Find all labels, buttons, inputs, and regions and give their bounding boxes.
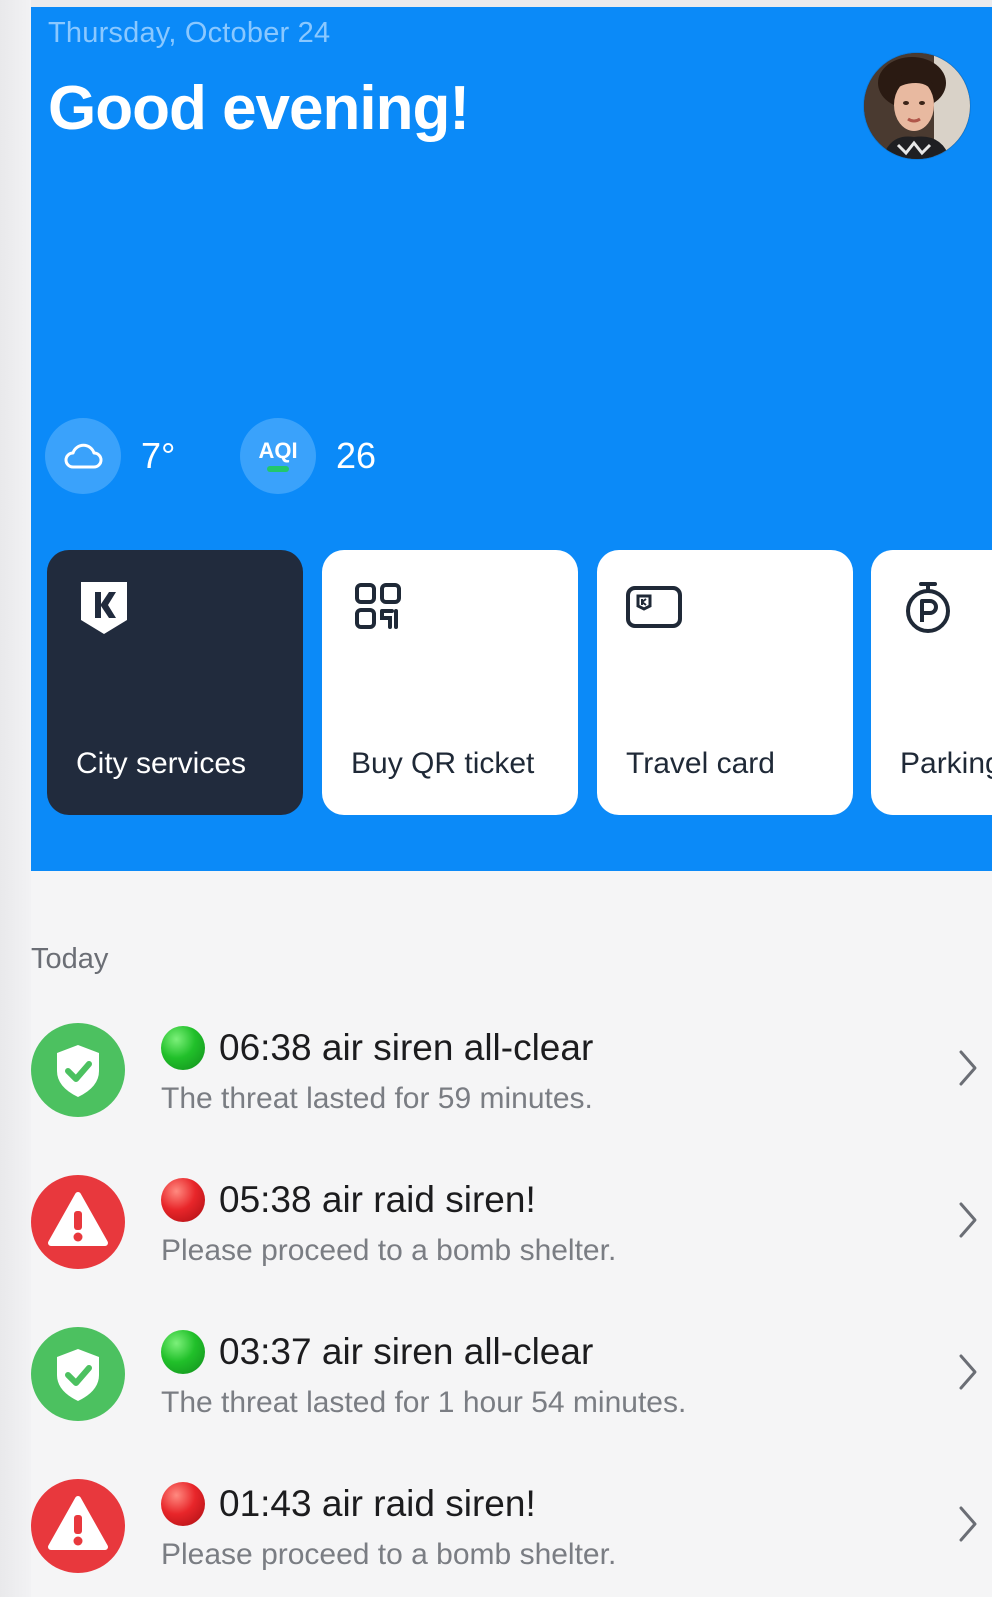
notification-item[interactable]: 05:38 air raid siren! Please proceed to … <box>31 1160 992 1270</box>
quick-action-label: Parking <box>900 747 992 780</box>
notification-title: 05:38 air raid siren! <box>161 1178 536 1222</box>
quick-action-label: Travel card <box>626 747 775 780</box>
red-circle-icon <box>161 1178 205 1222</box>
greeting-title: Good evening! <box>48 74 470 143</box>
warning-triangle-icon <box>31 1175 125 1269</box>
quick-action-buy-qr-ticket[interactable]: Buy QR ticket <box>322 550 578 815</box>
notification-title: 03:37 air siren all-clear <box>161 1330 593 1374</box>
notification-title-text: 06:38 air siren all-clear <box>219 1027 594 1068</box>
chevron-right-icon <box>959 1202 977 1238</box>
quick-action-label: City services <box>76 747 247 780</box>
air-quality-widget[interactable]: AQI 26 <box>240 418 376 494</box>
notification-title-text: 03:37 air siren all-clear <box>219 1331 594 1372</box>
parking-timer-icon <box>906 582 950 633</box>
shield-check-icon <box>31 1023 125 1117</box>
kyiv-shield-icon <box>81 582 127 634</box>
aqi-chip-circle: AQI <box>240 418 316 494</box>
quick-action-city-services[interactable]: City services <box>47 550 303 815</box>
temperature-value: 7° <box>141 435 176 476</box>
quick-action-parking[interactable]: Parking <box>871 550 992 815</box>
aqi-indicator-bar <box>267 466 289 472</box>
notification-title: 06:38 air siren all-clear <box>161 1026 593 1070</box>
notification-subtitle: The threat lasted for 1 hour 54 minutes. <box>161 1386 687 1419</box>
notification-title-text: 05:38 air raid siren! <box>219 1179 536 1220</box>
notification-item[interactable]: 01:43 air raid siren! Please proceed to … <box>31 1464 992 1574</box>
aqi-label: AQI <box>258 438 298 463</box>
weather-chip-circle <box>45 418 121 494</box>
hero-header: Thursday, October 24 Good evening! 7° AQ… <box>31 7 992 871</box>
travel-card-icon <box>626 586 682 628</box>
qr-code-icon <box>355 583 401 629</box>
notification-item[interactable]: 06:38 air siren all-clear The threat las… <box>31 1008 992 1118</box>
aqi-value: 26 <box>336 435 377 476</box>
date-label: Thursday, October 24 <box>48 17 331 49</box>
chevron-right-icon <box>959 1050 977 1086</box>
quick-action-label: Buy QR ticket <box>351 747 535 780</box>
quick-action-travel-card[interactable]: Travel card <box>597 550 853 815</box>
weather-widget[interactable]: 7° <box>45 418 175 494</box>
green-circle-icon <box>161 1026 205 1070</box>
notification-subtitle: The threat lasted for 59 minutes. <box>161 1082 593 1115</box>
app-screen: Thursday, October 24 Good evening! 7° AQ… <box>31 7 992 1597</box>
notification-title-text: 01:43 air raid siren! <box>219 1483 536 1524</box>
red-circle-icon <box>161 1482 205 1526</box>
chevron-right-icon <box>959 1354 977 1390</box>
section-title-today: Today <box>31 943 109 975</box>
green-circle-icon <box>161 1330 205 1374</box>
user-avatar[interactable] <box>864 53 970 159</box>
notification-subtitle: Please proceed to a bomb shelter. <box>161 1538 617 1571</box>
background-edge <box>0 0 31 1597</box>
avatar-photo-icon <box>864 53 970 159</box>
notification-title: 01:43 air raid siren! <box>161 1482 536 1526</box>
chevron-right-icon <box>959 1506 977 1542</box>
notification-subtitle: Please proceed to a bomb shelter. <box>161 1234 617 1267</box>
cloud-icon <box>64 443 103 469</box>
shield-check-icon <box>31 1327 125 1421</box>
warning-triangle-icon <box>31 1479 125 1573</box>
notification-item[interactable]: 03:37 air siren all-clear The threat las… <box>31 1312 992 1422</box>
